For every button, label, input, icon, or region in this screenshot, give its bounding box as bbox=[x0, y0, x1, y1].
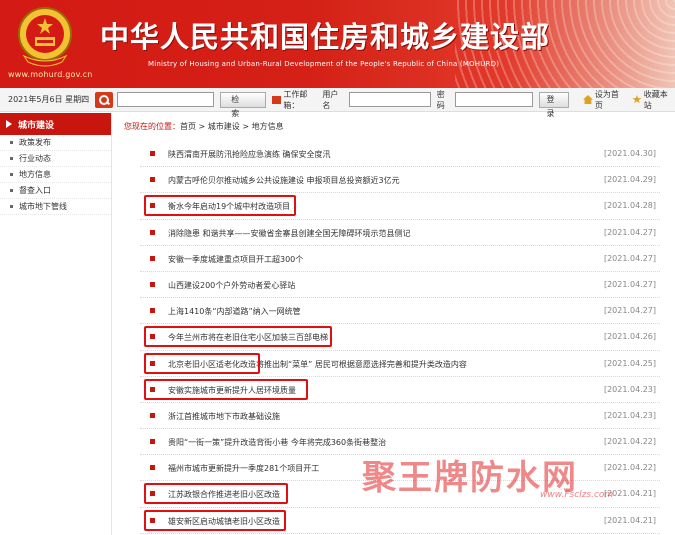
news-date: [2021.04.21] bbox=[603, 489, 656, 499]
bullet-icon bbox=[150, 465, 155, 471]
news-item[interactable]: 雄安新区启动城镇老旧小区改造 [2021.04.21] bbox=[140, 508, 660, 534]
mail-label: 工作邮箱： bbox=[283, 89, 308, 110]
news-item[interactable]: 贵阳“一街一策”提升改造背街小巷 今年将完成360条街巷整治 [2021.04.2… bbox=[140, 429, 660, 456]
breadcrumb-prefix: 您现在的位置： bbox=[124, 122, 180, 131]
news-item[interactable]: 浙江首推城市地下市政基础设施 [2021.04.23] bbox=[140, 403, 660, 430]
sidebar-item-policy[interactable]: 政策发布 bbox=[0, 135, 111, 151]
news-item[interactable]: 上海1410条“内部道路”纳入一网统管 [2021.04.27] bbox=[140, 298, 660, 325]
breadcrumb-path[interactable]: 首页 > 城市建设 > 地方信息 bbox=[180, 122, 284, 131]
news-date: [2021.04.23] bbox=[603, 384, 656, 394]
bullet-icon bbox=[10, 157, 13, 160]
news-date: [2021.04.23] bbox=[603, 410, 656, 420]
sidebar-item-industry[interactable]: 行业动态 bbox=[0, 151, 111, 167]
search-icon[interactable] bbox=[95, 91, 113, 108]
news-date: [2021.04.29] bbox=[603, 175, 656, 185]
bullet-icon bbox=[150, 255, 155, 261]
sidebar-item-pipeline[interactable]: 城市地下管线 bbox=[0, 199, 111, 215]
username-label: 用户名 bbox=[322, 89, 339, 110]
username-input[interactable] bbox=[348, 92, 431, 107]
news-item[interactable]: 福州市城市更新提升一季度281个项目开工 [2021.04.22] bbox=[140, 455, 660, 482]
bullet-icon bbox=[150, 229, 155, 235]
news-title[interactable]: 消除隐患 和谐共享——安徽省金寨县创建全国无障碍环境示范县侧记 bbox=[168, 228, 411, 239]
bullet-icon bbox=[10, 205, 13, 208]
news-date: [2021.04.26] bbox=[603, 332, 656, 342]
site-url[interactable]: www.mohurd.gov.cn bbox=[8, 70, 93, 79]
sidebar-item-label: 地方信息 bbox=[19, 170, 51, 179]
sidebar-item-label: 城市地下管线 bbox=[19, 202, 67, 211]
news-item[interactable]: 今年兰州市将在老旧住宅小区加装三百部电梯 [2021.04.26] bbox=[140, 324, 660, 351]
site-title: 中华人民共和国住房和城乡建设部 bbox=[100, 20, 551, 54]
bullet-icon bbox=[150, 151, 155, 156]
news-title[interactable]: 上海1410条“内部道路”纳入一网统管 bbox=[168, 306, 301, 317]
top-toolbar: 2021年5月6日 星期四 检 索 工作邮箱： 用户名 密码 登录 设为首页 收… bbox=[0, 88, 675, 118]
sidebar-item-label: 督查入口 bbox=[19, 186, 51, 195]
bullet-icon bbox=[10, 189, 13, 192]
news-title[interactable]: 安徽一季度城建重点项目开工超300个 bbox=[168, 254, 303, 265]
news-title[interactable]: 内蒙古呼伦贝尔推动城乡公共设施建设 申报项目总投资额近3亿元 bbox=[168, 175, 400, 186]
news-date: [2021.04.28] bbox=[603, 201, 656, 211]
home-icon bbox=[583, 95, 593, 104]
news-list: 陕西渭南开展防汛抢险应急演练 确保安全度汛 [2021.04.30] 内蒙古呼伦贝尔… bbox=[140, 141, 660, 534]
highlight-box bbox=[144, 195, 296, 217]
bullet-icon bbox=[150, 412, 155, 418]
sidebar-item-local[interactable]: 地方信息 bbox=[0, 167, 111, 183]
news-item[interactable]: 安徽实施城市更新提升人居环境质量 [2021.04.23] bbox=[140, 377, 660, 403]
news-date: [2021.04.22] bbox=[603, 463, 656, 473]
news-date: [2021.04.21] bbox=[603, 515, 656, 525]
news-item[interactable]: 衡水今年启动19个城中村改造项目 [2021.04.28] bbox=[140, 193, 660, 220]
password-label: 密码 bbox=[436, 89, 445, 110]
sidebar-item-inspection[interactable]: 督查入口 bbox=[0, 183, 111, 199]
breadcrumb: 您现在的位置：首页 > 城市建设 > 地方信息 bbox=[124, 121, 284, 132]
arrow-right-icon bbox=[6, 120, 12, 128]
news-date: [2021.04.27] bbox=[603, 279, 656, 289]
news-title[interactable]: 山西建设200个户外劳动者爱心驿站 bbox=[168, 280, 295, 291]
highlight-box bbox=[144, 378, 308, 400]
set-home-link[interactable]: 设为首页 bbox=[595, 89, 626, 111]
news-item[interactable]: 陕西渭南开展防汛抢险应急演练 确保安全度汛 [2021.04.30] bbox=[140, 141, 660, 168]
bullet-icon bbox=[150, 177, 155, 183]
sidebar: 城市建设 政策发布 行业动态 地方信息 督查入口 城市地下管线 bbox=[0, 113, 112, 535]
bullet-icon bbox=[10, 173, 13, 176]
search-button[interactable]: 检 索 bbox=[220, 91, 266, 118]
national-emblem-icon bbox=[18, 7, 72, 67]
news-item[interactable]: 消除隐患 和谐共享——安徽省金寨县创建全国无障碍环境示范县侧记 [2021.04.… bbox=[140, 220, 660, 246]
site-title-english: Ministry of Housing and Urban-Rural Deve… bbox=[148, 60, 500, 68]
current-date: 2021年5月6日 星期四 bbox=[8, 95, 90, 104]
news-title[interactable]: 陕西渭南开展防汛抢险应急演练 确保安全度汛 bbox=[168, 149, 331, 160]
search-input[interactable] bbox=[116, 92, 215, 107]
news-item[interactable]: 山西建设200个户外劳动者爱心驿站 [2021.04.27] bbox=[140, 272, 660, 299]
news-item[interactable]: 北京老旧小区适老化改造将推出制“菜单” 居民可根据意愿选择完善和提升类改造内容[… bbox=[140, 351, 660, 377]
header-banner: www.mohurd.gov.cn 中华人民共和国住房和城乡建设部 Minist… bbox=[0, 0, 675, 88]
news-title[interactable]: 福州市城市更新提升一季度281个项目开工 bbox=[168, 463, 319, 474]
sidebar-heading: 城市建设 bbox=[0, 113, 111, 135]
password-input[interactable] bbox=[455, 92, 534, 107]
highlight-box bbox=[144, 352, 260, 374]
sidebar-item-label: 政策发布 bbox=[19, 138, 51, 147]
news-item[interactable]: 安徽一季度城建重点项目开工超300个 [2021.04.27] bbox=[140, 246, 660, 272]
bullet-icon bbox=[150, 308, 155, 314]
highlight-box bbox=[144, 483, 288, 505]
bullet-icon bbox=[10, 141, 13, 144]
sidebar-item-label: 行业动态 bbox=[19, 154, 51, 163]
favorite-icon bbox=[632, 95, 642, 104]
news-item[interactable]: 内蒙古呼伦贝尔推动城乡公共设施建设 申报项目总投资额近3亿元 [2021.04.2… bbox=[140, 167, 660, 194]
news-title[interactable]: 贵阳“一街一策”提升改造背街小巷 今年将完成360条街巷整治 bbox=[168, 437, 386, 448]
news-date: [2021.04.25] bbox=[603, 358, 656, 368]
news-date: [2021.04.27] bbox=[603, 306, 656, 316]
news-title[interactable]: 浙江首推城市地下市政基础设施 bbox=[168, 411, 280, 422]
login-button[interactable]: 登录 bbox=[539, 91, 570, 118]
news-item[interactable]: 江苏政银合作推进老旧小区改造 [2021.04.21] bbox=[140, 481, 660, 508]
news-date: [2021.04.22] bbox=[603, 437, 656, 447]
bullet-icon bbox=[150, 281, 155, 287]
mail-icon bbox=[271, 95, 282, 104]
highlight-box bbox=[144, 509, 286, 531]
sidebar-heading-label: 城市建设 bbox=[18, 120, 55, 131]
add-favorite-link[interactable]: 收藏本站 bbox=[644, 89, 675, 111]
news-date: [2021.04.30] bbox=[603, 149, 656, 158]
bullet-icon bbox=[150, 439, 155, 445]
news-date: [2021.04.27] bbox=[603, 227, 656, 237]
news-date: [2021.04.27] bbox=[603, 253, 656, 263]
highlight-box bbox=[144, 326, 332, 348]
